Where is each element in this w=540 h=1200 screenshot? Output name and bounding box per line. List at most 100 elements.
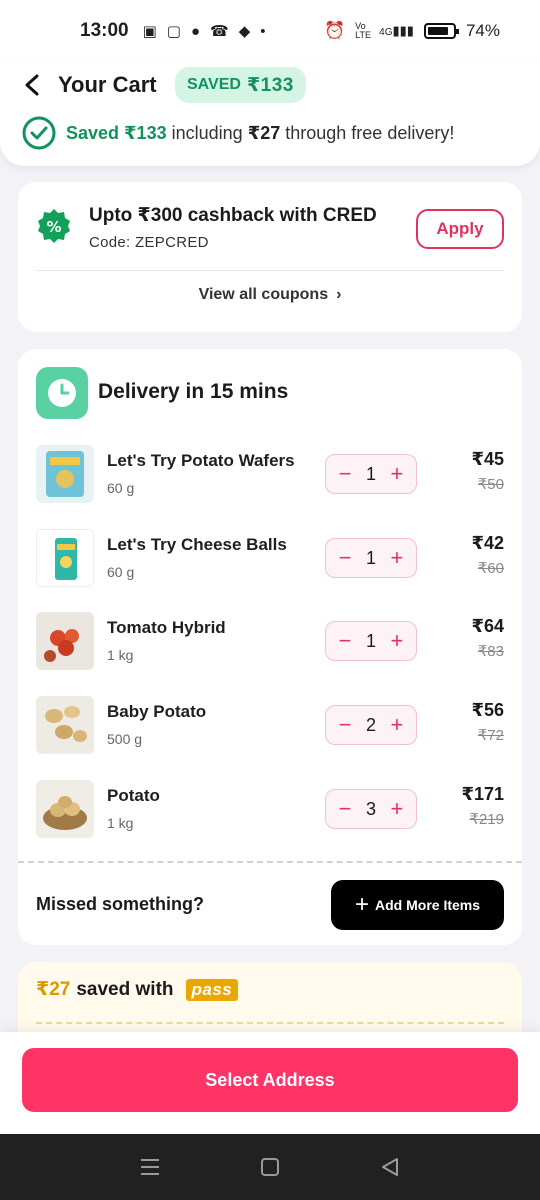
- clock-icon: [36, 367, 88, 419]
- message-icon: ▣: [142, 23, 157, 40]
- saved-badge: SAVED ₹133: [175, 67, 306, 103]
- select-address-button[interactable]: Select Address: [22, 1048, 518, 1112]
- product-image: [36, 696, 94, 754]
- pass-savings-label: saved with: [76, 978, 174, 1000]
- dashed-divider: [36, 1022, 504, 1024]
- missed-something-label: Missed something?: [36, 894, 205, 914]
- delivery-saving-amount: ₹27: [247, 122, 281, 143]
- battery-icon: [423, 23, 459, 39]
- item-count: 3: [365, 798, 376, 819]
- item-mrp: ₹72: [477, 727, 504, 744]
- chat-icon: ▢: [166, 23, 181, 40]
- add-more-items-button[interactable]: + Add More Items: [331, 880, 504, 930]
- item-price: ₹45: [471, 449, 504, 469]
- item-count: 1: [365, 547, 376, 568]
- decrement-button[interactable]: −: [336, 463, 354, 485]
- network-type: 4G: [379, 27, 393, 38]
- missed-call-icon: ☎: [210, 23, 229, 40]
- delivery-title: Delivery in 15 mins: [98, 380, 289, 403]
- product-image: [36, 445, 94, 503]
- view-all-coupons-label: View all coupons: [198, 286, 329, 303]
- decrement-button[interactable]: −: [336, 547, 354, 569]
- signal-icon: 4G▮▮▮: [379, 23, 414, 38]
- decrement-button[interactable]: −: [336, 798, 354, 820]
- discount-badge-icon: %: [38, 209, 70, 243]
- pass-logo: pass: [185, 978, 239, 1001]
- view-all-coupons-link[interactable]: View all coupons ›: [18, 286, 522, 304]
- quantity-stepper: − 2 +: [325, 705, 417, 745]
- quantity-stepper: − 1 +: [325, 621, 417, 661]
- decrement-button[interactable]: −: [336, 714, 354, 736]
- item-quantity: 60 g: [107, 480, 135, 496]
- pass-savings-text: ₹27 saved with pass: [36, 978, 239, 1001]
- coupon-code: Code: ZEPCRED: [89, 234, 209, 251]
- home-icon[interactable]: [250, 1147, 290, 1187]
- increment-button[interactable]: +: [388, 463, 406, 485]
- divider: [36, 270, 504, 271]
- bottom-panel: Select Address: [0, 1032, 540, 1134]
- item-count: 2: [365, 714, 376, 735]
- notification-icons: ▣ ▢ ● ☎ ◆ •: [142, 22, 266, 41]
- product-image: [36, 612, 94, 670]
- quantity-stepper: − 1 +: [325, 538, 417, 578]
- quantity-stepper: − 3 +: [325, 789, 417, 829]
- teams-icon: ◆: [238, 23, 251, 40]
- item-count: 1: [365, 630, 376, 651]
- item-price: ₹64: [471, 616, 504, 636]
- add-more-items-label: Add More Items: [375, 897, 481, 913]
- item-mrp: ₹50: [477, 476, 504, 493]
- product-image: [36, 529, 94, 587]
- item-mrp: ₹219: [469, 811, 504, 828]
- cart-item: Baby Potato 500 g − 2 + ₹56 ₹72: [18, 696, 522, 758]
- delivery-card: Delivery in 15 mins Let's Try Potato Waf…: [18, 349, 522, 945]
- status-time: 13:00: [80, 20, 129, 41]
- chat-bubble-icon: ●: [190, 22, 201, 40]
- quantity-stepper: − 1 +: [325, 454, 417, 494]
- menu-icon[interactable]: [130, 1147, 170, 1187]
- dashed-divider: [18, 861, 522, 863]
- cart-item: Let's Try Cheese Balls 60 g − 1 + ₹42 ₹6…: [18, 529, 522, 591]
- increment-button[interactable]: +: [388, 714, 406, 736]
- cart-item: Tomato Hybrid 1 kg − 1 + ₹64 ₹83: [18, 612, 522, 674]
- more-dot-icon: •: [260, 22, 266, 40]
- cart-item: Potato 1 kg − 3 + ₹171 ₹219: [18, 780, 522, 842]
- coupon-card: % Upto ₹300 cashback with CRED Code: ZEP…: [18, 182, 522, 332]
- decrement-button[interactable]: −: [336, 630, 354, 652]
- coupon-title: Upto ₹300 cashback with CRED: [89, 205, 377, 226]
- alarm-icon: ⏰: [323, 21, 346, 40]
- item-price: ₹56: [471, 700, 504, 720]
- item-count: 1: [365, 463, 376, 484]
- apply-coupon-button[interactable]: Apply: [416, 209, 504, 249]
- page-title: Your Cart: [58, 72, 157, 97]
- plus-icon: +: [354, 891, 369, 918]
- volte-label: Vo LTE: [355, 21, 371, 40]
- pass-savings-amount: ₹27: [36, 979, 71, 1000]
- svg-text:%: %: [46, 218, 61, 236]
- check-circle-icon: [22, 116, 56, 150]
- item-quantity: 500 g: [107, 731, 143, 747]
- item-name: Potato: [107, 786, 160, 805]
- back-arrow-icon[interactable]: [22, 74, 44, 96]
- saved-amount-text: Saved ₹133: [66, 122, 167, 143]
- item-name: Let's Try Potato Wafers: [107, 451, 295, 470]
- increment-button[interactable]: +: [388, 630, 406, 652]
- saved-badge-amount: ₹133: [246, 74, 294, 96]
- product-image: [36, 780, 94, 838]
- item-price: ₹171: [461, 784, 504, 804]
- battery-percent: 74%: [465, 21, 500, 40]
- cart-header: Your Cart SAVED ₹133 Saved ₹133 includin…: [0, 62, 540, 166]
- item-quantity: 60 g: [107, 564, 135, 580]
- status-bar: 13:00 ▣ ▢ ● ☎ ◆ • ⏰ Vo LTE 4G▮▮▮ 74%: [0, 0, 540, 62]
- item-name: Baby Potato: [107, 702, 207, 721]
- item-name: Tomato Hybrid: [107, 618, 226, 637]
- item-price: ₹42: [471, 533, 504, 553]
- increment-button[interactable]: +: [388, 798, 406, 820]
- saved-suffix-text: through free delivery!: [285, 122, 455, 143]
- increment-button[interactable]: +: [388, 547, 406, 569]
- item-quantity: 1 kg: [107, 647, 134, 663]
- item-mrp: ₹83: [477, 643, 504, 660]
- back-triangle-icon[interactable]: [370, 1147, 410, 1187]
- item-name: Let's Try Cheese Balls: [107, 535, 287, 554]
- saved-badge-label: SAVED: [187, 76, 241, 93]
- item-quantity: 1 kg: [107, 815, 134, 831]
